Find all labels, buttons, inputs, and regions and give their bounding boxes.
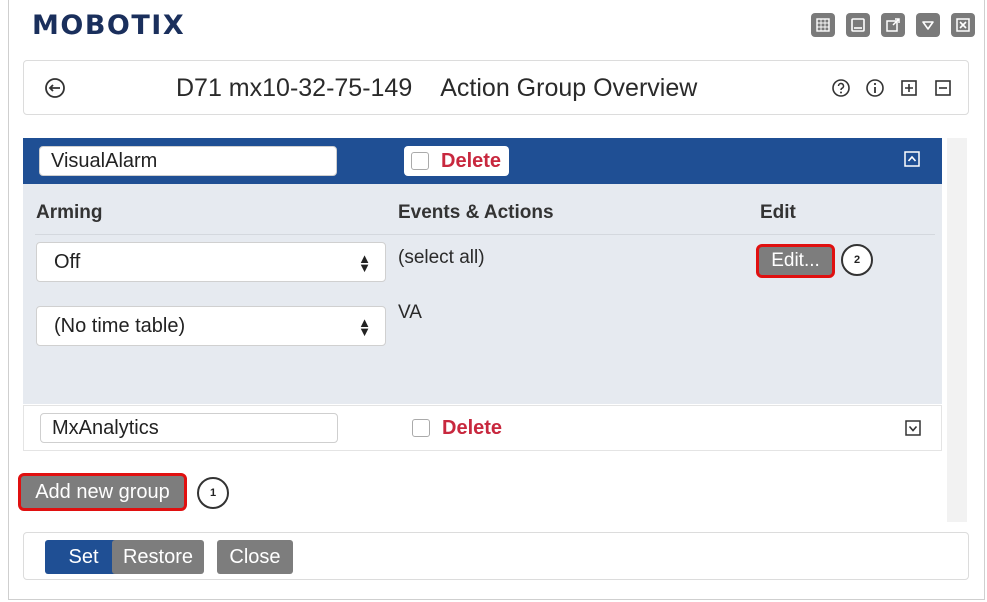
add-new-group-button[interactable]: Add new group bbox=[18, 473, 187, 511]
group-name-input[interactable]: MxAnalytics bbox=[40, 413, 338, 443]
grid-icon[interactable] bbox=[811, 13, 835, 37]
back-icon[interactable] bbox=[44, 77, 66, 99]
external-link-icon[interactable] bbox=[881, 13, 905, 37]
delete-toggle[interactable]: Delete bbox=[404, 146, 509, 176]
select-arrows-icon: ▲ ▼ bbox=[358, 251, 371, 275]
window-toolbar bbox=[811, 13, 975, 37]
info-icon[interactable] bbox=[865, 78, 885, 98]
group-header: VisualAlarm Delete bbox=[23, 138, 942, 184]
set-button[interactable]: Set bbox=[45, 540, 122, 574]
expand-all-icon[interactable] bbox=[899, 78, 919, 98]
delete-toggle[interactable]: Delete bbox=[405, 413, 510, 443]
edit-column-header: Edit bbox=[760, 202, 796, 223]
restore-button[interactable]: Restore bbox=[112, 540, 204, 574]
expand-icon[interactable] bbox=[905, 420, 921, 436]
arming-value: Off bbox=[54, 251, 81, 273]
page-heading: Action Group Overview bbox=[440, 74, 698, 102]
action-group-row: MxAnalytics Delete bbox=[23, 405, 942, 451]
collapse-icon[interactable] bbox=[904, 151, 920, 167]
time-table-value: (No time table) bbox=[54, 315, 186, 337]
events-value: VA bbox=[398, 302, 422, 323]
group-name-input[interactable]: VisualAlarm bbox=[39, 146, 337, 176]
delete-label: Delete bbox=[441, 149, 502, 172]
action-group-panel: VisualAlarm Delete Arming Events & Actio… bbox=[23, 138, 942, 404]
arming-column-header: Arming bbox=[36, 202, 103, 223]
title-bar: D71 mx10-32-75-149 Action Group Overview bbox=[23, 60, 969, 115]
arming-select[interactable]: Off ▲ ▼ bbox=[36, 242, 386, 282]
close-button[interactable]: Close bbox=[217, 540, 293, 574]
mobotix-logo: MOBOTIX bbox=[32, 10, 186, 41]
scrollbar[interactable] bbox=[947, 138, 967, 522]
help-icon[interactable] bbox=[831, 78, 851, 98]
device-name: D71 mx10-32-75-149 bbox=[176, 74, 413, 102]
footer-bar: Set Restore Close bbox=[23, 532, 969, 580]
delete-checkbox[interactable] bbox=[412, 419, 430, 437]
dropdown-icon[interactable] bbox=[916, 13, 940, 37]
select-arrows-icon: ▲ ▼ bbox=[358, 315, 371, 339]
delete-label: Delete bbox=[442, 416, 503, 439]
time-table-select[interactable]: (No time table) ▲ ▼ bbox=[36, 306, 386, 346]
collapse-all-icon[interactable] bbox=[933, 78, 953, 98]
header-divider bbox=[35, 234, 935, 235]
delete-checkbox[interactable] bbox=[411, 152, 429, 170]
edit-button[interactable]: Edit... bbox=[756, 244, 835, 278]
events-column-header: Events & Actions bbox=[398, 202, 554, 223]
events-select-all[interactable]: (select all) bbox=[398, 247, 485, 269]
title-actions bbox=[831, 78, 953, 98]
page-title: D71 mx10-32-75-149 Action Group Overview bbox=[176, 74, 697, 103]
close-box-icon[interactable] bbox=[951, 13, 975, 37]
window-icon[interactable] bbox=[846, 13, 870, 37]
callout-badge-1: 1 bbox=[197, 477, 229, 509]
callout-badge-2: 2 bbox=[841, 244, 873, 276]
